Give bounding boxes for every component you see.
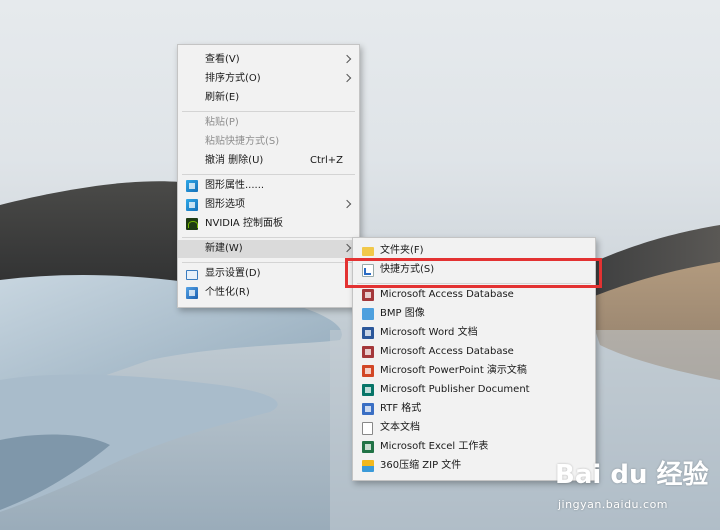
menu-item-label: 排序方式(O) — [205, 73, 261, 84]
annotation-highlight-box — [345, 258, 602, 288]
publisher-icon — [362, 384, 374, 396]
word-icon — [362, 327, 374, 339]
menu-item-label: Microsoft PowerPoint 演示文稿 — [380, 365, 527, 376]
powerpoint-icon — [362, 365, 374, 377]
menu-item-label: RTF 格式 — [380, 403, 422, 414]
menu-item-graphics-options[interactable]: 图形选项 — [178, 196, 359, 214]
graphics-icon — [186, 180, 198, 192]
menu-item-label: Microsoft Word 文档 — [380, 327, 478, 338]
menu-item-label: 图形选项 — [205, 199, 245, 210]
menu-item-label: 文本文档 — [380, 422, 420, 433]
excel-icon — [362, 441, 374, 453]
menu-item-label: 显示设置(D) — [205, 268, 261, 279]
menu-item-refresh[interactable]: 刷新(E) — [178, 89, 359, 107]
shortcut-key: Ctrl+Z — [309, 155, 343, 166]
submenu-item-access-database[interactable]: Microsoft Access Database — [353, 286, 595, 304]
rtf-icon — [362, 403, 374, 415]
menu-item-label: 撤消 删除(U) — [205, 155, 264, 166]
menu-item-label: BMP 图像 — [380, 308, 425, 319]
chevron-right-icon — [342, 73, 352, 83]
menu-separator — [182, 262, 355, 263]
menu-item-label: 图形属性...... — [205, 180, 265, 191]
menu-item-label: 新建(W) — [205, 243, 243, 254]
menu-item-label: 刷新(E) — [205, 92, 240, 103]
menu-item-label: 粘贴快捷方式(S) — [205, 136, 280, 147]
menu-item-label: Microsoft Access Database — [380, 289, 514, 300]
nvidia-icon — [186, 218, 198, 230]
bmp-icon — [362, 308, 374, 320]
menu-item-new[interactable]: 新建(W) — [178, 240, 359, 258]
graphics-options-icon — [186, 199, 198, 211]
submenu-item-access-database-2[interactable]: Microsoft Access Database — [353, 343, 595, 361]
menu-item-label: 360压缩 ZIP 文件 — [380, 460, 462, 471]
chevron-right-icon — [342, 199, 352, 209]
menu-item-label: 粘贴(P) — [205, 117, 239, 128]
menu-item-sort-by[interactable]: 排序方式(O) — [178, 70, 359, 88]
menu-item-personalize[interactable]: 个性化(R) — [178, 284, 359, 302]
submenu-item-powerpoint[interactable]: Microsoft PowerPoint 演示文稿 — [353, 362, 595, 380]
submenu-item-word-document[interactable]: Microsoft Word 文档 — [353, 324, 595, 342]
desktop-context-menu: 查看(V) 排序方式(O) 刷新(E) 粘贴(P) 粘贴快捷方式(S) 撤消 删… — [177, 44, 360, 308]
menu-item-nvidia-control-panel[interactable]: NVIDIA 控制面板 — [178, 215, 359, 233]
menu-item-display-settings[interactable]: 显示设置(D) — [178, 265, 359, 283]
chevron-right-icon — [342, 243, 352, 253]
menu-item-label: 个性化(R) — [205, 287, 250, 298]
submenu-item-rtf[interactable]: RTF 格式 — [353, 400, 595, 418]
menu-item-label: Microsoft Publisher Document — [380, 384, 530, 395]
display-icon — [186, 270, 198, 280]
menu-item-label: NVIDIA 控制面板 — [205, 218, 283, 229]
menu-item-paste[interactable]: 粘贴(P) — [178, 114, 359, 132]
zip-icon — [362, 460, 374, 472]
menu-item-view[interactable]: 查看(V) — [178, 51, 359, 69]
menu-separator — [182, 237, 355, 238]
folder-icon — [362, 247, 374, 256]
baidu-jingyan-watermark: Bai du 经验 jingyan.baidu.com — [550, 450, 710, 525]
menu-item-undo-delete[interactable]: 撤消 删除(U) Ctrl+Z — [178, 152, 359, 170]
submenu-item-text-document[interactable]: 文本文档 — [353, 419, 595, 437]
submenu-item-publisher[interactable]: Microsoft Publisher Document — [353, 381, 595, 399]
menu-item-label: Microsoft Access Database — [380, 346, 514, 357]
menu-separator — [182, 174, 355, 175]
menu-item-paste-shortcut[interactable]: 粘贴快捷方式(S) — [178, 133, 359, 151]
menu-separator — [182, 111, 355, 112]
menu-item-graphics-properties[interactable]: 图形属性...... — [178, 177, 359, 195]
access-icon — [362, 289, 374, 301]
personalize-icon — [186, 287, 198, 299]
watermark-brand: Bai du 经验 — [555, 460, 709, 490]
text-document-icon — [362, 422, 373, 435]
watermark-url: jingyan.baidu.com — [558, 498, 669, 511]
submenu-item-bmp-image[interactable]: BMP 图像 — [353, 305, 595, 323]
access-icon — [362, 346, 374, 358]
menu-item-label: 查看(V) — [205, 54, 240, 65]
menu-item-label: Microsoft Excel 工作表 — [380, 441, 489, 452]
chevron-right-icon — [342, 54, 352, 64]
